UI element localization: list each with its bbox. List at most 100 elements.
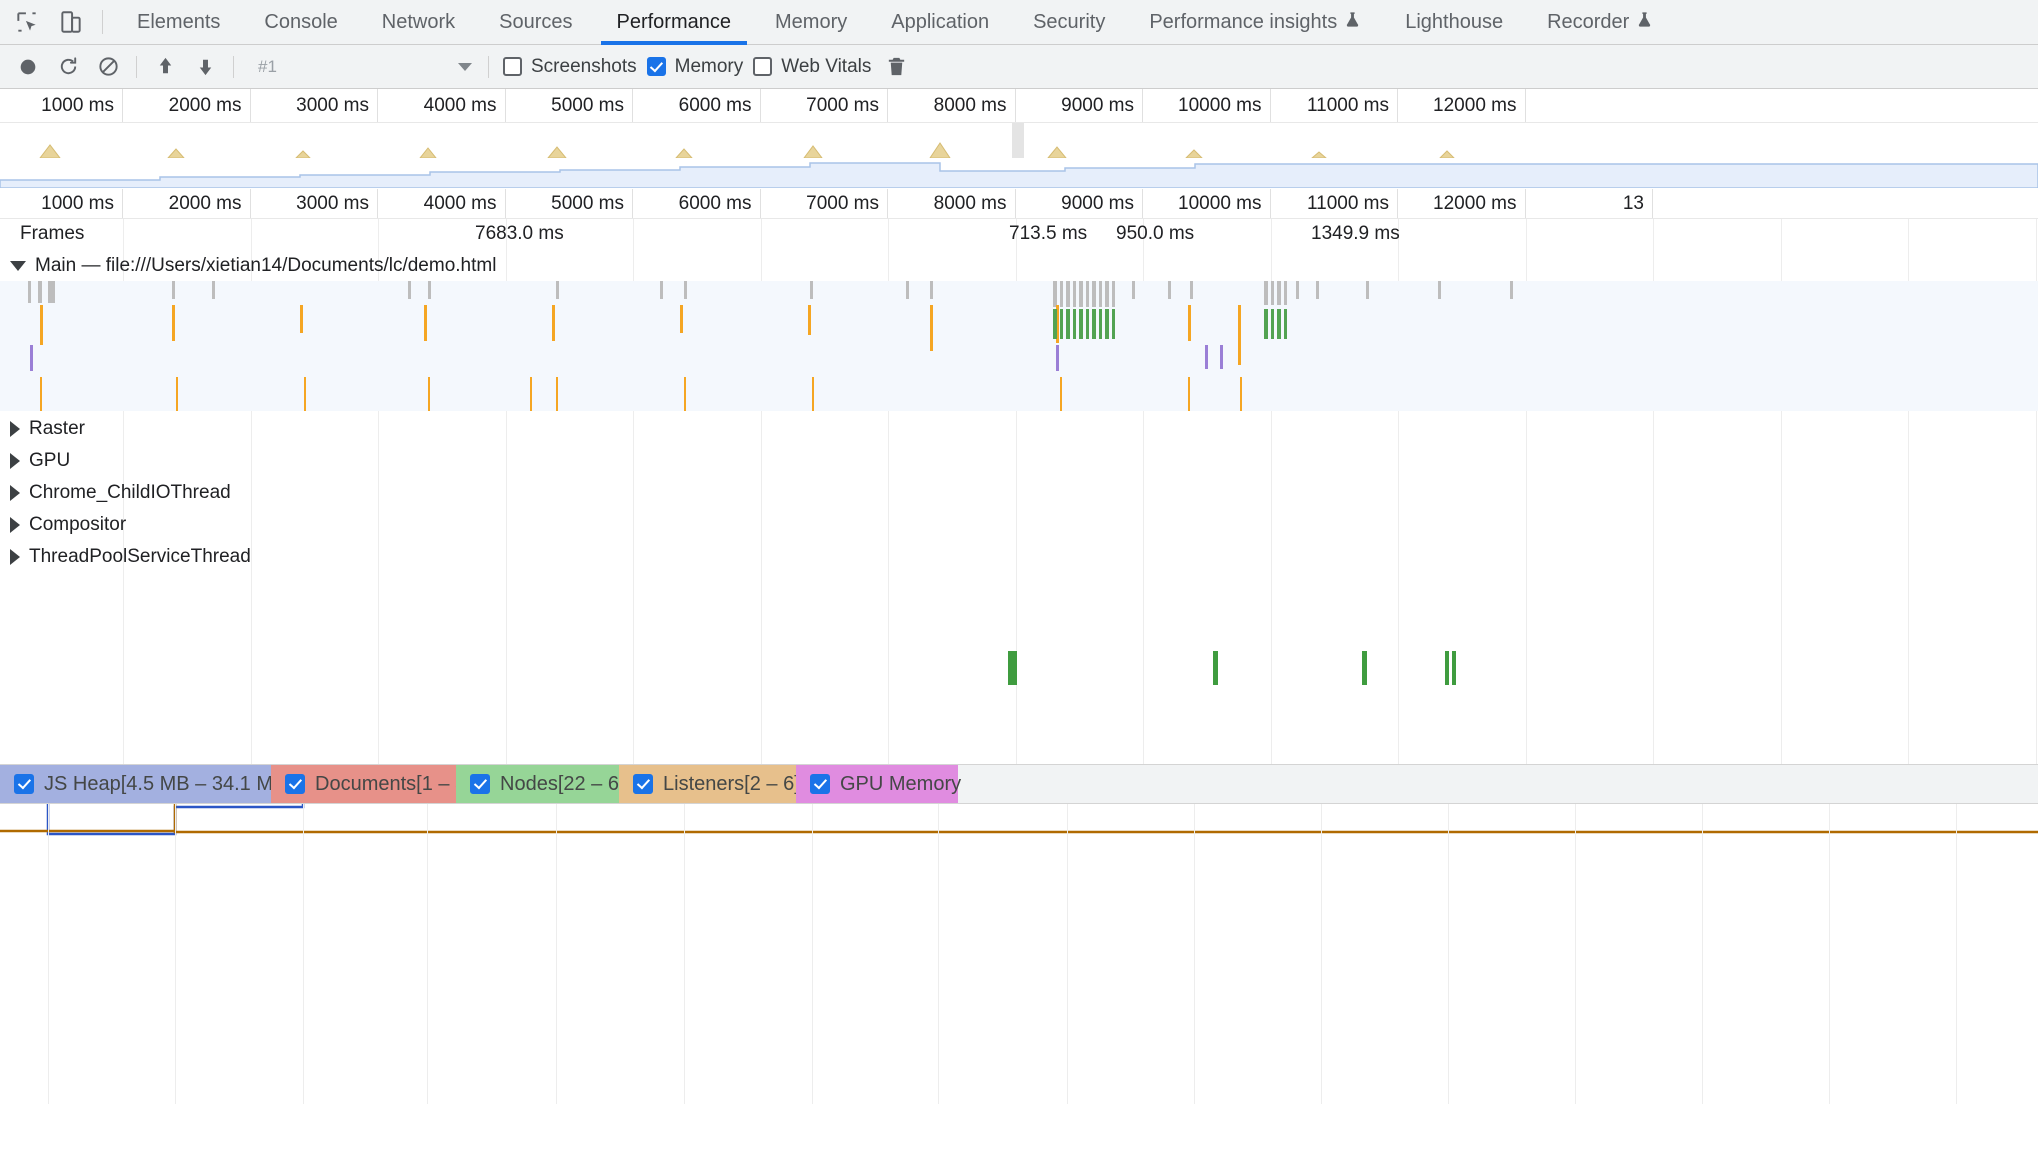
chevron-right-icon[interactable] — [10, 485, 20, 501]
legend-checkbox[interactable] — [810, 774, 830, 794]
save-profile-button[interactable] — [185, 47, 225, 87]
tab-lighthouse[interactable]: Lighthouse — [1383, 0, 1525, 45]
devtools-tabbar: Elements Console Network Sources Performance… — [0, 0, 2038, 45]
legend-checkbox[interactable] — [470, 774, 490, 794]
collect-garbage-button[interactable] — [885, 55, 908, 78]
tabbar-divider — [102, 10, 103, 34]
gridline — [938, 804, 939, 1104]
gridline — [1067, 804, 1068, 1104]
checkbox-box[interactable] — [503, 57, 522, 76]
checkbox-box[interactable] — [646, 57, 666, 76]
chevron-right-icon[interactable] — [10, 517, 20, 533]
chevron-right-icon[interactable] — [10, 453, 20, 469]
checkbox-label: Web Vitals — [781, 55, 872, 77]
toolbar-divider-3 — [488, 55, 489, 78]
gpu-track-events — [0, 651, 2038, 685]
track-frames[interactable]: Frames 7683.0 ms 713.5 ms 950.0 ms 1349.9 m… — [0, 219, 2038, 251]
legend-checkbox[interactable] — [633, 774, 653, 794]
tab-label: Sources — [499, 10, 573, 33]
track-main-header[interactable]: Main — file:///Users/xietian14/Documents… — [10, 255, 496, 277]
checkbox-screenshots[interactable]: Screenshots — [503, 56, 637, 78]
gridline — [1194, 804, 1195, 1104]
legend-item[interactable]: Documents[1 – 3] — [271, 765, 472, 803]
track-label: Chrome_ChildIOThread — [29, 482, 231, 503]
reload-and-record-button[interactable] — [48, 47, 88, 87]
gridline — [684, 804, 685, 1104]
legend-item[interactable]: Listeners[2 – 6] — [619, 765, 800, 803]
checkbox-box[interactable] — [753, 57, 773, 76]
memory-legend: JS Heap[4.5 MB – 34.1 MB] Documents[1 – 3… — [0, 764, 2038, 804]
track-gpu-header[interactable]: GPU — [10, 450, 70, 472]
track-main-label: Main — file:///Users/xietian14/Documents… — [35, 255, 497, 276]
tab-label: Recorder — [1547, 10, 1630, 33]
gridline — [1829, 804, 1830, 1104]
tab-elements[interactable]: Elements — [115, 0, 242, 45]
frame-duration-label: 713.5 ms — [1009, 223, 1088, 244]
track-threadpoolservicethread-header[interactable]: ThreadPoolServiceThread — [10, 546, 251, 568]
memory-chart[interactable] — [0, 804, 2038, 1104]
device-toolbar-icon[interactable] — [54, 5, 88, 39]
tab-recorder[interactable]: Recorder — [1525, 0, 1675, 45]
tab-sources[interactable]: Sources — [477, 0, 594, 45]
legend-label: Listeners[2 – 6] — [663, 772, 800, 795]
legend-item[interactable]: Nodes[22 – 68] — [456, 765, 636, 803]
tab-network[interactable]: Network — [360, 0, 477, 45]
track-chrome-childiothread-header[interactable]: Chrome_ChildIOThread — [10, 482, 231, 504]
tab-performance[interactable]: Performance — [595, 0, 754, 45]
frame-duration-label: 7683.0 ms — [475, 223, 564, 244]
tab-application[interactable]: Application — [869, 0, 1011, 45]
checkbox-memory[interactable]: Memory — [646, 55, 744, 78]
profile-select[interactable]: #1 — [250, 53, 480, 81]
tab-label: Console — [264, 10, 338, 33]
tab-performance-insights[interactable]: Performance insights — [1127, 0, 1383, 45]
track-raster-header[interactable]: Raster — [10, 418, 85, 440]
tab-console[interactable]: Console — [242, 0, 359, 45]
gridline — [427, 804, 428, 1104]
timeline-overview[interactable]: 1000 ms 2000 ms 3000 ms 4000 ms 5000 ms 6000 … — [0, 89, 2038, 189]
legend-label: Nodes[22 – 68] — [500, 772, 636, 795]
experiment-flask-icon — [1636, 10, 1653, 35]
overview-cpu-track — [0, 123, 2038, 159]
gridline — [48, 804, 49, 1104]
tab-label: Performance — [616, 10, 732, 33]
toolbar-divider-1 — [136, 55, 137, 78]
clear-button[interactable] — [88, 47, 128, 87]
gridline — [1448, 804, 1449, 1104]
gridline — [1321, 804, 1322, 1104]
chevron-right-icon[interactable] — [10, 549, 20, 565]
tab-label: Performance insights — [1149, 10, 1338, 33]
inspect-element-icon[interactable] — [10, 5, 44, 39]
overview-memory-track — [0, 158, 2038, 189]
track-label: GPU — [29, 450, 71, 471]
overview-ruler: 1000 ms 2000 ms 3000 ms 4000 ms 5000 ms 6000 … — [0, 89, 2038, 123]
tab-label: Security — [1033, 10, 1106, 33]
checkbox-label: Memory — [674, 55, 744, 77]
record-button[interactable] — [8, 47, 48, 87]
gridline — [1956, 804, 1957, 1104]
gridline — [812, 804, 813, 1104]
gridline — [1575, 804, 1576, 1104]
legend-checkbox[interactable] — [14, 774, 34, 794]
toolbar-divider-2 — [233, 55, 234, 78]
load-profile-button[interactable] — [145, 47, 185, 87]
legend-checkbox[interactable] — [285, 774, 305, 794]
legend-item[interactable]: JS Heap[4.5 MB – 34.1 MB] — [0, 765, 292, 803]
tab-label: Network — [381, 10, 456, 33]
performance-toolbar: #1 Screenshots Memory Web Vitals — [0, 45, 2038, 89]
track-label: Compositor — [29, 514, 127, 535]
tab-security[interactable]: Security — [1011, 0, 1127, 45]
legend-label: Documents[1 – 3] — [315, 772, 472, 795]
chevron-down-icon[interactable] — [10, 261, 26, 271]
checkbox-web-vitals[interactable]: Web Vitals — [753, 56, 871, 78]
gridline — [1702, 804, 1703, 1104]
gridline — [556, 804, 557, 1104]
memory-chart-series — [0, 804, 2038, 836]
tab-memory[interactable]: Memory — [753, 0, 869, 45]
legend-item[interactable]: GPU Memory — [796, 765, 962, 803]
chevron-right-icon[interactable] — [10, 421, 20, 437]
tab-label: Application — [891, 10, 990, 33]
flamechart[interactable]: Frames 7683.0 ms 713.5 ms 950.0 ms 1349.9 m… — [0, 219, 2038, 764]
tab-label: Lighthouse — [1405, 10, 1504, 33]
legend-label: GPU Memory — [840, 772, 962, 795]
track-compositor-header[interactable]: Compositor — [10, 514, 126, 536]
